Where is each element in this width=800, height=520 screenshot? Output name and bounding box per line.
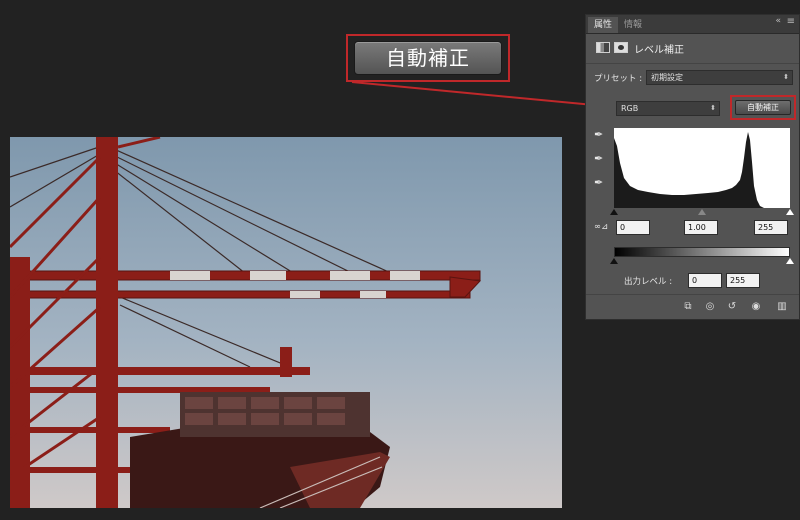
output-levels-row: 出力レベル : 0 255	[592, 273, 793, 289]
output-levels-label: 出力レベル :	[624, 277, 673, 287]
channel-row: RGB ⬍	[616, 101, 720, 116]
histogram	[614, 128, 790, 208]
white-point-eyedropper-icon[interactable]: ✒	[594, 176, 608, 190]
input-levels-row: ∞⊿ 0 1.00 255	[592, 220, 793, 236]
eyedropper-tools: ✒ ✒ ✒	[594, 128, 608, 200]
auto-button[interactable]: 自動補正	[735, 100, 791, 115]
preset-row: プリセット : 初期設定 ⬍	[592, 70, 793, 86]
layer-mask-icon[interactable]	[614, 42, 628, 53]
header-divider	[586, 63, 799, 64]
output-black-handle[interactable]	[610, 258, 618, 264]
input-levels-label: ∞⊿	[594, 222, 609, 232]
black-point-eyedropper-icon[interactable]: ✒	[594, 128, 608, 142]
tab-info[interactable]: 情報	[618, 17, 648, 33]
adjustment-header: レベル補正	[592, 39, 793, 61]
input-white-field[interactable]: 255	[754, 220, 788, 235]
levels-adjustment-icon[interactable]	[596, 42, 610, 53]
preset-label: プリセット :	[594, 74, 643, 84]
callout-highlight-frame: 自動補正	[346, 34, 510, 82]
input-black-field[interactable]: 0	[616, 220, 650, 235]
input-gamma-handle[interactable]	[698, 209, 706, 215]
photo-canvas	[10, 137, 562, 508]
delete-icon[interactable]: ▥	[774, 300, 790, 314]
visibility-icon[interactable]: ◉	[748, 300, 764, 314]
output-black-field[interactable]: 0	[688, 273, 722, 288]
harbor-crane-photo	[10, 137, 562, 508]
histogram-graph	[614, 132, 790, 208]
panel-footer: ⧉ ◎ ↺ ◉ ▥	[586, 294, 799, 319]
gray-point-eyedropper-icon[interactable]: ✒	[594, 152, 608, 166]
input-gamma-field[interactable]: 1.00	[684, 220, 718, 235]
dropdown-arrow-icon: ⬍	[783, 73, 789, 81]
reset-icon[interactable]: ↺	[724, 300, 740, 314]
channel-value: RGB	[621, 104, 639, 113]
preset-dropdown[interactable]: 初期設定 ⬍	[646, 70, 793, 85]
output-levels-slider	[610, 258, 794, 264]
auto-button-highlight-frame: 自動補正	[730, 95, 796, 120]
preset-value: 初期設定	[651, 73, 683, 82]
input-white-handle[interactable]	[786, 209, 794, 215]
input-black-handle[interactable]	[610, 209, 618, 215]
output-white-field[interactable]: 255	[726, 273, 760, 288]
properties-panel: 属性 情報 « ≡ レベル補正 プリセット : 初期設定 ⬍ RGB ⬍ 自動補…	[585, 14, 800, 320]
view-previous-icon[interactable]: ◎	[702, 300, 718, 314]
tab-properties[interactable]: 属性	[588, 17, 619, 33]
dropdown-arrow-icon: ⬍	[710, 104, 716, 112]
callout-auto-button: 自動補正	[354, 41, 502, 75]
channel-dropdown[interactable]: RGB ⬍	[616, 101, 720, 116]
panel-tabbar: 属性 情報 « ≡	[586, 15, 799, 34]
panel-menu-icon[interactable]: ≡	[787, 16, 795, 27]
collapse-icon[interactable]: «	[775, 16, 781, 26]
input-levels-slider	[610, 209, 794, 215]
output-white-handle[interactable]	[786, 258, 794, 264]
adjustment-title: レベル補正	[634, 45, 684, 56]
output-gradient-bar	[614, 247, 790, 257]
clip-to-layer-icon[interactable]: ⧉	[680, 300, 696, 314]
